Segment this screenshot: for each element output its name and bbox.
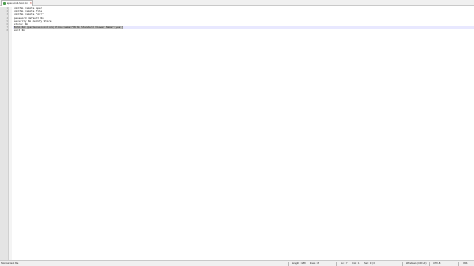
fold-margin[interactable]	[9, 7, 12, 260]
code-text[interactable]: cmd:No remote oper cmd:No remote file cm…	[13, 7, 474, 33]
status-insert-mode[interactable]: INS	[463, 261, 467, 266]
status-file-type: Normal text file	[1, 262, 19, 265]
close-icon[interactable]: ✕	[29, 2, 32, 5]
status-divider	[288, 262, 289, 266]
status-divider	[429, 262, 430, 266]
status-ln: Ln : 7	[341, 262, 348, 265]
tab-bar: apex-cmd-func.txt ✕	[0, 0, 474, 6]
editor-area[interactable]: 1 2 3 4 5 6 7 8 cmd:No remote oper cmd:N…	[0, 7, 474, 260]
status-divider	[458, 262, 459, 266]
selected-text[interactable]: Bitm:DA:(psrmscssiconlick)ltimu:name="Bi…	[14, 26, 124, 30]
status-col: Col : 1	[352, 262, 360, 265]
code-line[interactable]: exit No	[13, 29, 474, 32]
saved-file-icon	[3, 2, 6, 5]
status-divider	[402, 262, 403, 266]
status-lines: lines : 8	[310, 262, 319, 265]
status-bar: Normal text file length : 188 lines : 8 …	[0, 260, 474, 266]
line-number-gutter: 1 2 3 4 5 6 7 8	[0, 7, 9, 260]
tab-file[interactable]: apex-cmd-func.txt ✕	[1, 0, 33, 6]
status-length: length : 188	[292, 262, 306, 265]
status-encoding[interactable]: UTF-8	[433, 261, 440, 266]
tab-label: apex-cmd-func.txt	[6, 2, 28, 5]
status-divider	[336, 262, 337, 266]
status-sel: Sel : 0 | 0	[364, 262, 375, 265]
notepad-window: apex-cmd-func.txt ✕ 1 2 3 4 5 6 7 8 cmd:…	[0, 0, 474, 266]
line-numbers: 1 2 3 4 5 6 7 8	[0, 7, 8, 33]
line-number: 8	[6, 29, 8, 33]
status-eol[interactable]: Windows (CR LF)	[406, 261, 426, 266]
